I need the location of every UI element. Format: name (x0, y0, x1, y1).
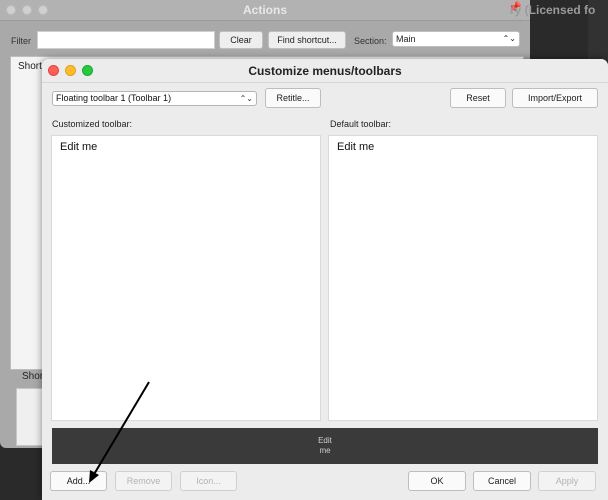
toolbar-select[interactable]: Floating toolbar 1 (Toolbar 1) ⌃⌄ (52, 91, 257, 106)
import-export-button[interactable]: Import/Export (512, 88, 598, 108)
customized-toolbar-label: Customized toolbar: (52, 119, 133, 129)
icon-button[interactable]: Icon... (180, 471, 237, 491)
customize-dialog: Customize menus/toolbars Floating toolba… (42, 59, 608, 500)
actions-titlebar: Actions (0, 0, 530, 21)
find-shortcut-button[interactable]: Find shortcut... (268, 31, 346, 49)
chevron-updown-icon: ⌃⌄ (239, 94, 253, 103)
clear-button[interactable]: Clear (219, 31, 263, 49)
apply-button[interactable]: Apply (538, 471, 596, 491)
dialog-title: Customize menus/toolbars (248, 64, 402, 78)
section-select[interactable]: Main ⌃⌄ (392, 31, 520, 47)
list-item[interactable]: Edit me (337, 141, 374, 153)
filter-input[interactable] (37, 31, 215, 49)
preview-item[interactable]: Edit me (52, 436, 598, 456)
list-item[interactable]: Edit me (60, 141, 97, 153)
shortcut-list-header: Short (18, 61, 42, 72)
default-toolbar-label: Default toolbar: (330, 119, 392, 129)
remove-button[interactable]: Remove (115, 471, 172, 491)
default-toolbar-list[interactable]: Edit me (328, 135, 598, 421)
section-value: Main (396, 34, 416, 44)
license-title-text: ry (Licensed fo (510, 3, 596, 17)
toolbar-select-value: Floating toolbar 1 (Toolbar 1) (56, 93, 172, 103)
chevron-updown-icon: ⌃⌄ (502, 34, 516, 43)
preview-line-1: Edit (318, 436, 332, 445)
retitle-button[interactable]: Retitle... (265, 88, 321, 108)
section-label: Section: (354, 36, 387, 46)
actions-toolbar: Filter Clear Find shortcut... Section: M… (0, 28, 530, 52)
preview-line-2: me (319, 446, 331, 455)
cancel-button[interactable]: Cancel (473, 471, 531, 491)
filter-label: Filter (11, 36, 31, 46)
actions-title: Actions (242, 3, 287, 17)
add-button[interactable]: Add... (50, 471, 107, 491)
ok-button[interactable]: OK (408, 471, 466, 491)
reset-button[interactable]: Reset (450, 88, 506, 108)
lower-section-label: Shor (22, 371, 44, 382)
dialog-titlebar: Customize menus/toolbars (42, 59, 608, 83)
toolbar-preview: Edit me (52, 428, 598, 464)
customized-toolbar-list[interactable]: Edit me (51, 135, 321, 421)
